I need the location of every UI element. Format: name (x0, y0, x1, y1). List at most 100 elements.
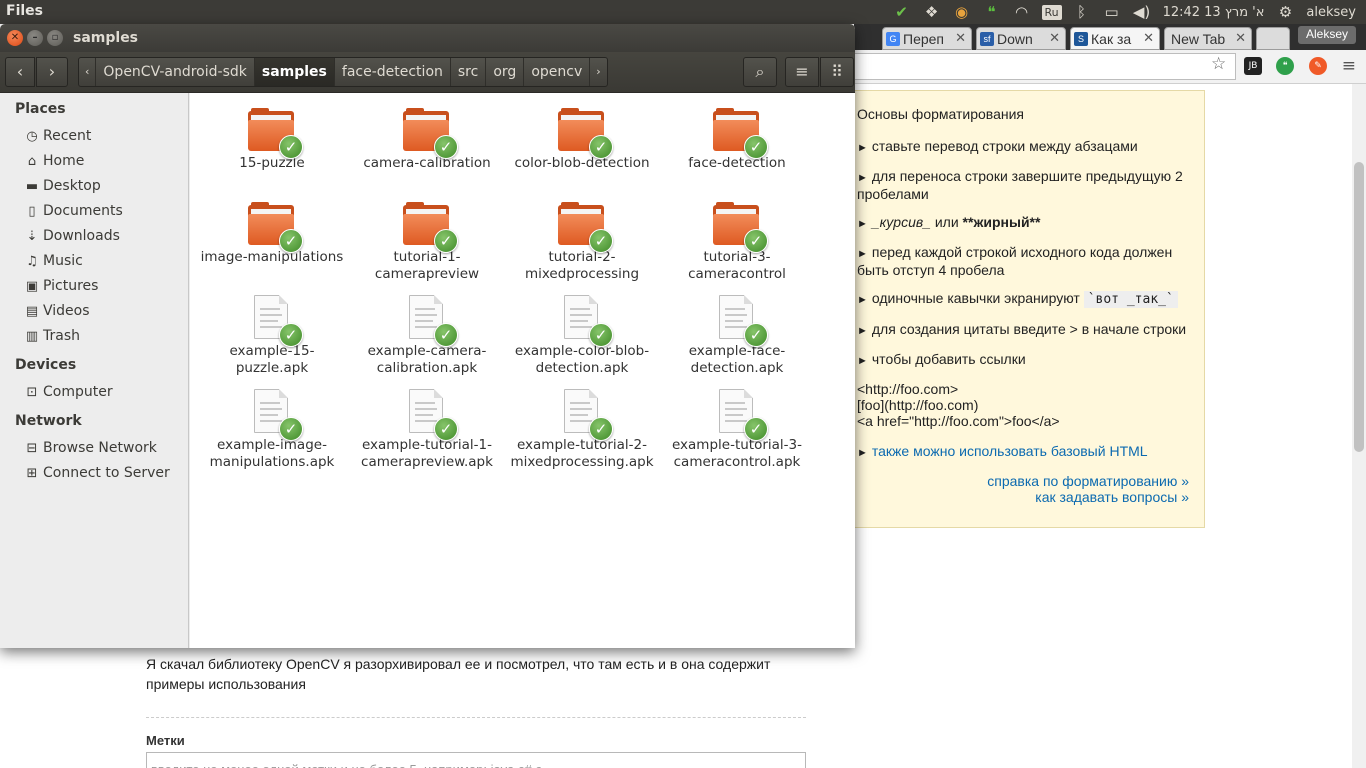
file-item[interactable]: ✓ example-tutorial-2-mixedprocessing.apk (505, 389, 659, 471)
sidebar-item-computer[interactable]: ⊡ Computer (24, 381, 113, 403)
breadcrumb-item[interactable]: opencv (523, 58, 589, 86)
folder-item[interactable]: ✓ camera-calibration (350, 107, 504, 172)
sidebar-item-browse-network[interactable]: ⊟ Browse Network (24, 437, 157, 459)
folder-icon: ▬ (25, 178, 39, 194)
bullet-arrow-icon: ► (857, 325, 868, 337)
minimize-window-button[interactable]: – (27, 30, 43, 46)
file-item[interactable]: ✓ example-image-manipulations.apk (195, 389, 349, 471)
folder-item[interactable]: ✓ tutorial-1-camerapreview (350, 201, 504, 283)
formatting-help-link[interactable]: справка по форматированию » (987, 473, 1189, 489)
view-options-button[interactable]: ⠿ (820, 57, 854, 87)
help-item-text: для переноса строки завершите предыдущую… (857, 168, 1183, 202)
sidebar-item-label: Documents (43, 203, 123, 219)
sidebar-item-music[interactable]: ♫ Music (24, 250, 83, 272)
breadcrumb-item[interactable]: src (449, 58, 485, 86)
sidebar-item-home[interactable]: ⌂ Home (24, 150, 84, 172)
close-tab-icon[interactable]: ✕ (1235, 30, 1246, 46)
file-item[interactable]: ✓ example-tutorial-3-cameracontrol.apk (660, 389, 814, 471)
session-user[interactable]: aleksey (1300, 5, 1366, 20)
sidebar-item-documents[interactable]: ▯ Documents (24, 200, 123, 222)
folder-item[interactable]: ✓ tutorial-2-mixedprocessing (505, 201, 659, 283)
close-window-button[interactable]: ✕ (7, 30, 23, 46)
browser-tab-2[interactable]: sf Down ✕ (976, 27, 1066, 50)
tags-input[interactable]: введите не менее одной метки и не более … (146, 752, 806, 768)
sync-check-icon[interactable]: ✔ (887, 0, 917, 24)
folder-item[interactable]: ✓ tutorial-3-cameracontrol (660, 201, 814, 283)
file-icon-wrap: ✓ (247, 201, 303, 253)
sidebar-item-pictures[interactable]: ▣ Pictures (24, 275, 99, 297)
sidebar-item-recent[interactable]: ◷ Recent (24, 125, 91, 147)
how-to-ask-link[interactable]: как задавать вопросы » (1035, 489, 1189, 505)
forward-button[interactable]: › (36, 57, 68, 87)
battery-icon[interactable]: ▭ (1097, 0, 1127, 24)
sync-check-emblem-icon: ✓ (279, 323, 303, 347)
breadcrumb-item-current[interactable]: samples (253, 58, 334, 86)
breadcrumb-item[interactable]: OpenCV-android-sdk (95, 58, 253, 86)
sidebar-item-downloads[interactable]: ⇣ Downloads (24, 225, 120, 247)
sidebar-item-connect-to-server[interactable]: ⊞ Connect to Server (24, 462, 170, 484)
hangouts-extension-icon[interactable]: ❝ (1276, 57, 1294, 75)
sidebar-item-trash[interactable]: ▥ Trash (24, 325, 80, 347)
breadcrumb-scroll-left-button[interactable]: ‹ (79, 58, 95, 86)
jetbrains-icon[interactable]: JB (1244, 57, 1262, 75)
address-bar[interactable] (854, 53, 1236, 80)
search-button[interactable]: ⌕ (743, 57, 777, 87)
question-body-text[interactable]: Я скачал библиотеку OpenCV я разорхивиро… (146, 654, 786, 694)
list-view-button[interactable]: ≡ (785, 57, 819, 87)
close-tab-icon[interactable]: ✕ (1049, 30, 1060, 46)
clock[interactable]: 12:42 13 א' מרץ (1157, 5, 1271, 20)
back-button[interactable]: ‹ (5, 57, 35, 87)
window-titlebar[interactable]: ✕ – ▫ samples (0, 24, 855, 52)
new-tab-button[interactable] (1256, 27, 1290, 50)
browser-tab-label: Переп (903, 31, 945, 47)
page-scrollbar[interactable] (1352, 84, 1366, 768)
browser-tab-3[interactable]: S Как за ✕ (1070, 27, 1160, 50)
basic-html-link[interactable]: также можно использовать базовый HTML (872, 443, 1148, 459)
file-item[interactable]: ✓ example-color-blob-detection.apk (505, 295, 659, 377)
folder-item[interactable]: ✓ face-detection (660, 107, 814, 172)
file-icon-wrap: ✓ (557, 389, 613, 441)
network-header: Network (15, 413, 82, 429)
close-tab-icon[interactable]: ✕ (955, 30, 966, 46)
help-item-text: ставьте перевод строки между абзацами (871, 138, 1138, 154)
wifi-icon[interactable]: ◠ (1007, 0, 1037, 24)
picture-icon: ▣ (25, 278, 39, 294)
folder-item[interactable]: ✓ 15-puzzle (195, 107, 349, 172)
profile-name[interactable]: Aleksey (1297, 26, 1356, 44)
sidebar-item-desktop[interactable]: ▬ Desktop (24, 175, 101, 197)
file-item[interactable]: ✓ example-15-puzzle.apk (195, 295, 349, 377)
file-item[interactable]: ✓ example-camera-calibration.apk (350, 295, 504, 377)
bluetooth-icon[interactable]: ᛒ (1067, 0, 1097, 24)
volume-icon[interactable]: ◀) (1127, 0, 1157, 24)
file-item[interactable]: ✓ example-face-detection.apk (660, 295, 814, 377)
breadcrumb-item[interactable]: org (485, 58, 523, 86)
file-item[interactable]: ✓ example-tutorial-1-camerapreview.apk (350, 389, 504, 471)
folder-item[interactable]: ✓ color-blob-detection (505, 107, 659, 172)
browser-tab-4[interactable]: New Tab ✕ (1164, 27, 1252, 50)
folder-item[interactable]: ✓ image-manipulations (195, 201, 349, 266)
maximize-window-button[interactable]: ▫ (47, 30, 63, 46)
keyboard-layout-label: Ru (1041, 4, 1062, 20)
breadcrumb-item[interactable]: face-detection (333, 58, 450, 86)
dropbox-icon[interactable]: ❖ (917, 0, 947, 24)
close-tab-icon[interactable]: ✕ (1143, 30, 1154, 46)
browser-toolbar: ☆ JB ❝ ✎ ≡ (854, 50, 1366, 84)
chrome-icon[interactable]: ◉ (947, 0, 977, 24)
bookmark-star-icon[interactable]: ☆ (1211, 54, 1226, 74)
gear-icon[interactable]: ⚙ (1270, 0, 1300, 24)
pencil-extension-icon[interactable]: ✎ (1309, 57, 1327, 75)
file-icon-wrap: ✓ (247, 389, 303, 441)
browser-menu-icon[interactable]: ≡ (1342, 56, 1356, 76)
files-toolbar: ‹ › ‹ OpenCV-android-sdk samples face-de… (0, 52, 855, 93)
browser-tab-1[interactable]: G Переп ✕ (882, 27, 972, 50)
breadcrumb-scroll-right-button[interactable]: › (589, 58, 606, 86)
chevron-right-icon: › (48, 62, 56, 81)
sync-check-emblem-icon: ✓ (279, 135, 303, 159)
sync-check-emblem-icon: ✓ (434, 323, 458, 347)
help-item-text: перед каждой строкой исходного кода долж… (857, 244, 1173, 278)
hangouts-icon[interactable]: ❝ (977, 0, 1007, 24)
sync-check-emblem-icon: ✓ (589, 135, 613, 159)
keyboard-layout-indicator[interactable]: Ru (1037, 0, 1067, 24)
sidebar-item-videos[interactable]: ▤ Videos (24, 300, 90, 322)
scrollbar-thumb[interactable] (1354, 162, 1364, 452)
